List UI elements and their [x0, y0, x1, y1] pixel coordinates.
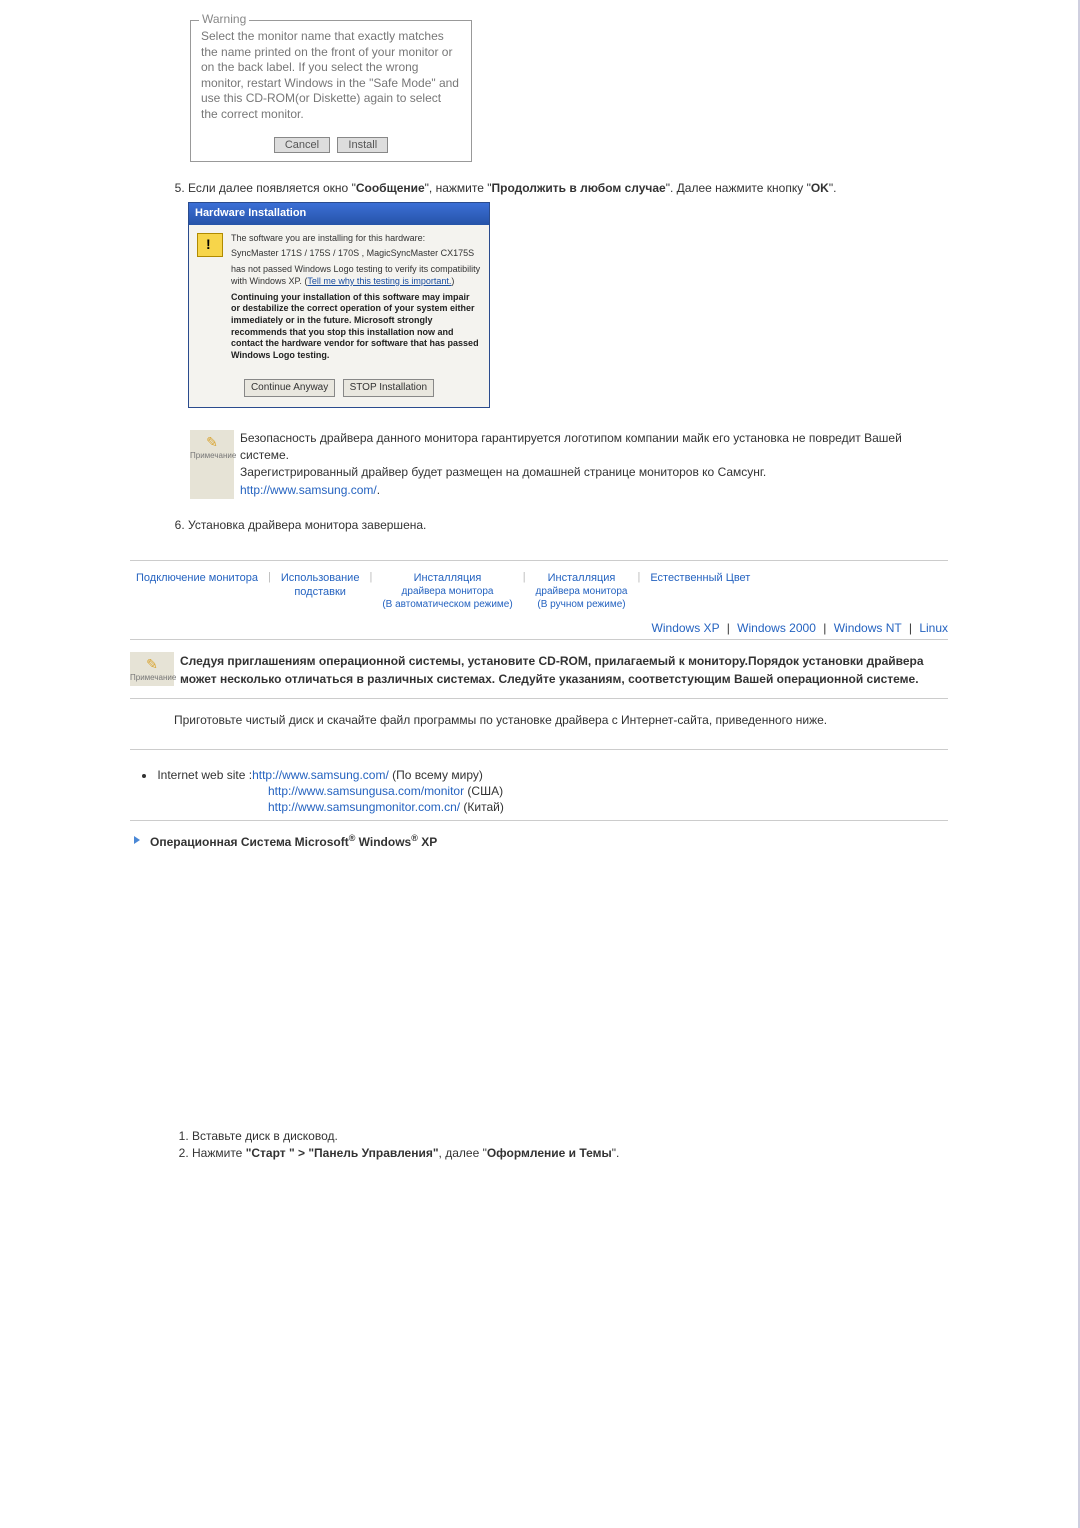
- install-button[interactable]: Install: [337, 137, 388, 153]
- tell-me-why-link[interactable]: Tell me why this testing is important.: [307, 276, 451, 286]
- warning-legend: Warning: [199, 12, 249, 26]
- pencil-icon: ✎: [130, 656, 174, 673]
- warning-text: Select the monitor name that exactly mat…: [191, 21, 471, 131]
- link-samsung-global[interactable]: http://www.samsung.com/: [252, 768, 389, 782]
- tab-install-auto[interactable]: Инсталляция драйвера монитора (В автомат…: [376, 571, 518, 611]
- link-linux[interactable]: Linux: [919, 621, 948, 635]
- cancel-button[interactable]: Cancel: [274, 137, 330, 153]
- tab-connect-monitor[interactable]: Подключение монитора: [130, 571, 264, 585]
- link-samsung-china[interactable]: http://www.samsungmonitor.com.cn/: [268, 800, 460, 814]
- dialog-title: Hardware Installation: [189, 203, 489, 224]
- tab-stand-usage[interactable]: Использование подставки: [275, 571, 366, 600]
- tab-install-manual[interactable]: Инсталляция драйвера монитора (В ручном …: [530, 571, 634, 611]
- bottom-list: Вставьте диск в дисковод. Нажмите "Старт…: [130, 1129, 948, 1160]
- bottom-step2: Нажмите "Старт " > "Панель Управления", …: [192, 1146, 948, 1160]
- bullet-icon: [142, 774, 146, 778]
- link-windows-2000[interactable]: Windows 2000: [737, 621, 816, 635]
- bottom-step1: Вставьте диск в дисковод.: [192, 1129, 948, 1143]
- hw-bold-warning: Continuing your installation of this sof…: [231, 292, 481, 362]
- samsung-link[interactable]: http://www.samsung.com/: [240, 483, 377, 497]
- link-samsung-usa[interactable]: http://www.samsungusa.com/monitor: [268, 784, 464, 798]
- divider: [130, 560, 948, 561]
- warning-box: Warning Select the monitor name that exa…: [190, 20, 472, 162]
- note-line1: Безопасность драйвера данного монитора г…: [240, 430, 948, 465]
- tab-natural-color[interactable]: Естественный Цвет: [644, 571, 756, 585]
- note-line2: Зарегистрированный драйвер будет размеще…: [240, 464, 948, 481]
- hw-line3: has not passed Windows Logo testing to v…: [231, 264, 481, 287]
- warning-icon: [197, 233, 223, 257]
- pencil-icon: ✎: [190, 434, 234, 451]
- link-windows-xp[interactable]: Windows XP: [652, 621, 720, 635]
- tabs-row: Подключение монитора | Использование под…: [130, 571, 948, 611]
- note-icon: ✎ Примечание: [190, 430, 234, 500]
- hardware-installation-dialog: Hardware Installation The software you a…: [188, 202, 490, 407]
- step-6: Установка драйвера монитора завершена.: [188, 517, 948, 534]
- note2-icon: ✎ Примечание: [130, 652, 174, 686]
- note-block: ✎ Примечание Безопасность драйвера данно…: [190, 430, 948, 500]
- os-heading-xp: Операционная Система Microsoft® Windows®…: [130, 833, 948, 849]
- link-windows-nt[interactable]: Windows NT: [834, 621, 902, 635]
- os-links: Windows XP | Windows 2000 | Windows NT |…: [130, 621, 948, 640]
- continue-anyway-button[interactable]: Continue Anyway: [244, 379, 335, 397]
- download-paragraph: Приготовьте чистый диск и скачайте файл …: [130, 713, 948, 750]
- hw-line1: The software you are installing for this…: [231, 233, 481, 245]
- note2-block: ✎ Примечание Следуя приглашениям операци…: [130, 652, 948, 699]
- web-links: Internet web site :http://www.samsung.co…: [130, 768, 948, 821]
- stop-installation-button[interactable]: STOP Installation: [343, 379, 434, 397]
- hw-line2: SyncMaster 171S / 175S / 170S , MagicSyn…: [231, 248, 481, 260]
- note2-text: Следуя приглашениям операционной системы…: [180, 652, 948, 688]
- step-5: Если далее появляется окно "Сообщение", …: [188, 180, 948, 408]
